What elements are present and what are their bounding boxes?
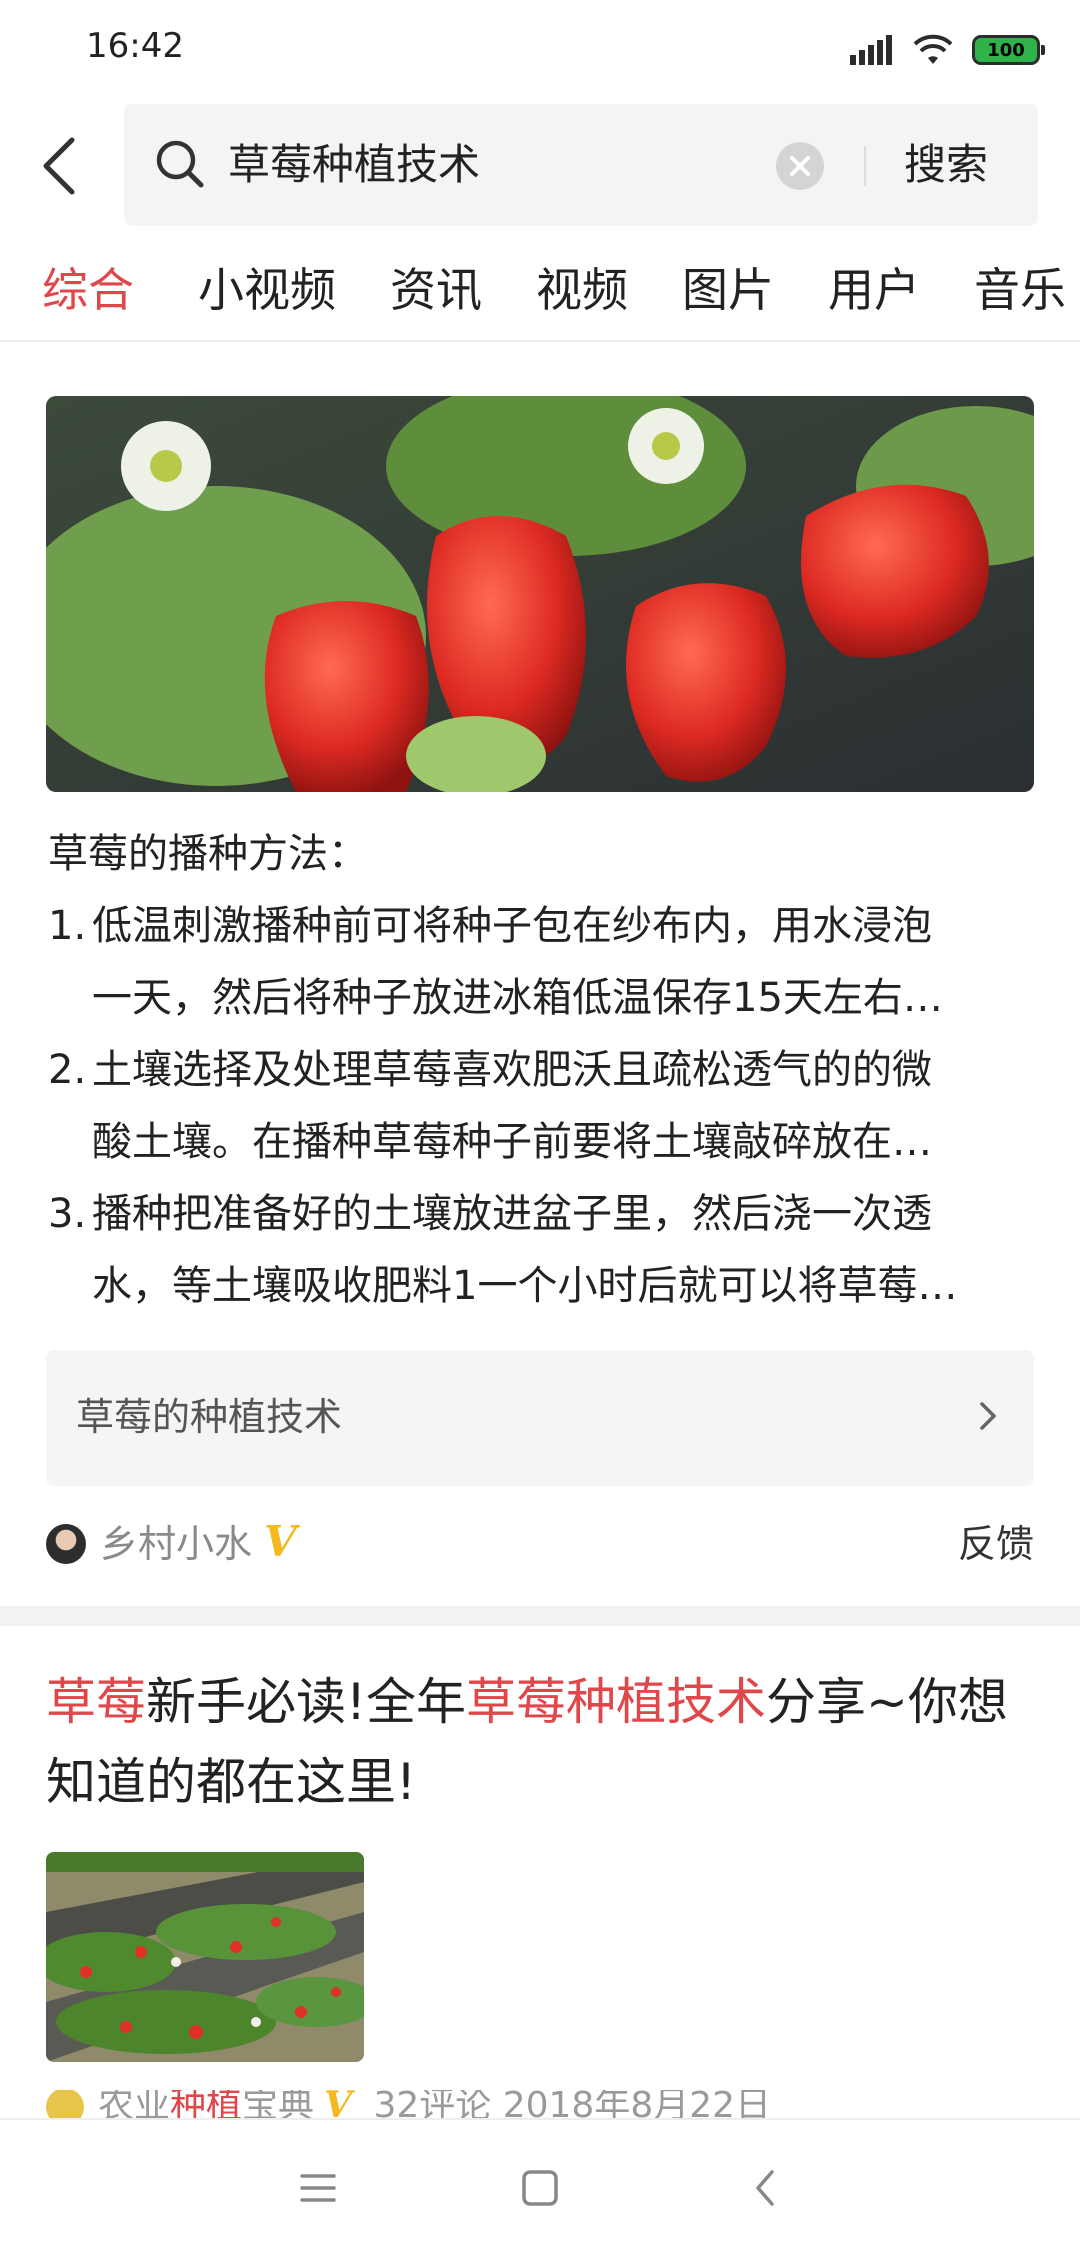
- tab-comprehensive[interactable]: 综合: [42, 258, 134, 322]
- tabs-divider: [0, 340, 1080, 342]
- clear-icon[interactable]: [776, 142, 824, 190]
- section-divider: [0, 1606, 1080, 1626]
- tab-images[interactable]: 图片: [682, 258, 774, 322]
- step-line: 水，等土壤吸收肥料1一个小时后就可以将草莓…: [92, 1263, 958, 1309]
- title-highlight: 草莓种植技术: [466, 1673, 767, 1731]
- verified-icon: V: [264, 1517, 297, 1566]
- author-avatar[interactable]: [46, 1524, 86, 1564]
- status-time: 16:42: [86, 26, 184, 66]
- step-2[interactable]: 2. 土壤选择及处理草莓喜欢肥沃且疏松透气的的微 酸土壤。在播种草莓种子前要将土…: [48, 1034, 1038, 1178]
- title-text: 新手必读!全年: [146, 1673, 467, 1731]
- step-line: 一天，然后将种子放进冰箱低温保存15天左右…: [92, 975, 943, 1021]
- wifi-icon: [913, 34, 953, 64]
- back-button[interactable]: [30, 128, 94, 204]
- step-3[interactable]: 3. 播种把准备好的土壤放进盆子里，然后浇一次透 水，等土壤吸收肥料1一个小时后…: [48, 1178, 1038, 1322]
- menu-icon[interactable]: [290, 2160, 346, 2216]
- author-row: 乡村小水 V 反馈: [46, 1514, 1036, 1574]
- step-number: 1.: [48, 903, 87, 949]
- step-text: 播种把准备好的土壤放进盆子里，然后浇一次透 水，等土壤吸收肥料1一个小时后就可以…: [92, 1178, 1062, 1322]
- tab-bar: 综合 小视频 资讯 视频 图片 用户 音乐: [0, 250, 1080, 340]
- feedback-button[interactable]: 反馈: [958, 1518, 1034, 1570]
- search-input[interactable]: 草莓种植技术: [228, 138, 480, 192]
- battery-icon: 100: [972, 35, 1045, 65]
- step-1[interactable]: 1. 低温刺激播种前可将种子包在纱布内，用水浸泡 一天，然后将种子放进冰箱低温保…: [48, 890, 1038, 1034]
- tab-users[interactable]: 用户: [828, 258, 920, 322]
- article-thumbnail[interactable]: [46, 1852, 364, 2062]
- back-icon[interactable]: [738, 2160, 794, 2216]
- status-icons: 100: [850, 30, 1045, 70]
- search-icon: [156, 140, 204, 188]
- related-search-label: 草莓的种植技术: [76, 1395, 343, 1439]
- related-search-link[interactable]: 草莓的种植技术: [46, 1350, 1034, 1486]
- step-line: 酸土壤。在播种草莓种子前要将土壤敲碎放在…: [92, 1119, 932, 1165]
- back-arrow-icon: [43, 137, 75, 195]
- step-number: 3.: [48, 1191, 87, 1237]
- status-bar: 16:42 100: [0, 0, 1080, 96]
- signal-icon: [850, 35, 892, 65]
- tab-news[interactable]: 资讯: [390, 258, 482, 322]
- tab-music[interactable]: 音乐: [974, 258, 1066, 322]
- step-line: 低温刺激播种前可将种子包在纱布内，用水浸泡: [92, 903, 932, 949]
- title-highlight: 草莓: [46, 1673, 146, 1731]
- step-line: 土壤选择及处理草莓喜欢肥沃且疏松透气的的微: [92, 1047, 932, 1093]
- author-name[interactable]: 乡村小水: [100, 1518, 252, 1570]
- search-button[interactable]: 搜索: [904, 138, 988, 192]
- tab-video[interactable]: 视频: [536, 258, 628, 322]
- home-icon[interactable]: [512, 2160, 568, 2216]
- step-text: 低温刺激播种前可将种子包在纱布内，用水浸泡 一天，然后将种子放进冰箱低温保存15…: [92, 890, 1062, 1034]
- search-box[interactable]: 草莓种植技术 搜索: [124, 104, 1038, 226]
- article-title[interactable]: 草莓新手必读!全年草莓种植技术分享~你想知道的都在这里!: [46, 1662, 1036, 1822]
- steps-heading: 草莓的播种方法：: [48, 831, 368, 877]
- chevron-right-icon: [980, 1402, 996, 1430]
- step-text: 土壤选择及处理草莓喜欢肥沃且疏松透气的的微 酸土壤。在播种草莓种子前要将土壤敲碎…: [92, 1034, 1062, 1178]
- search-divider: [864, 146, 866, 186]
- system-nav-bar: [0, 2118, 1080, 2248]
- step-number: 2.: [48, 1047, 87, 1093]
- step-line: 播种把准备好的土壤放进盆子里，然后浇一次透: [92, 1191, 932, 1237]
- strawberry-image[interactable]: [46, 396, 1034, 792]
- tab-short-video[interactable]: 小视频: [198, 258, 336, 322]
